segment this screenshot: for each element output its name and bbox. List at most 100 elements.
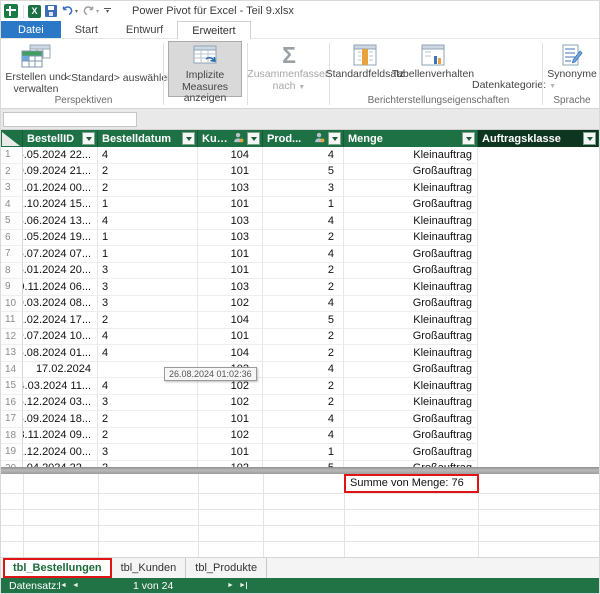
cell-menge[interactable]: Großauftrag xyxy=(344,197,478,214)
save-icon[interactable] xyxy=(45,5,57,17)
cell-produkt[interactable]: 5 xyxy=(263,312,344,329)
cell-produkt[interactable]: 2 xyxy=(263,395,344,412)
sheet-tab-produkte[interactable]: tbl_Produkte xyxy=(186,558,267,578)
cell-bestellid[interactable]: 25.07.2024 07... xyxy=(23,246,98,263)
cell-menge[interactable]: Großauftrag xyxy=(344,362,478,379)
cell-menge[interactable]: Kleinauftrag xyxy=(344,230,478,247)
select-all-corner[interactable] xyxy=(1,130,23,147)
cell-kunde[interactable]: 103 xyxy=(198,213,263,230)
cell-bestellid[interactable]: 09.07.2024 10... xyxy=(23,329,98,346)
cell-bestellid[interactable]: 06.05.2024 22... xyxy=(23,147,98,164)
cell-bestellid[interactable]: 17.02.2024 xyxy=(23,362,98,379)
cell-menge[interactable]: Großauftrag xyxy=(344,428,478,445)
filter-dropdown-icon[interactable] xyxy=(583,132,596,145)
column-header-menge[interactable]: Menge xyxy=(344,130,478,147)
cell-menge[interactable]: Kleinauftrag xyxy=(344,147,478,164)
column-header-bestelldatum[interactable]: Bestelldatum xyxy=(98,130,198,147)
cell-produkt[interactable]: 2 xyxy=(263,279,344,296)
row-number[interactable]: 19 xyxy=(1,444,23,461)
row-number[interactable]: 13 xyxy=(1,345,23,362)
row-number[interactable]: 10 xyxy=(1,296,23,313)
cell-kunde[interactable]: 104 xyxy=(198,345,263,362)
cell-produkt[interactable]: 4 xyxy=(263,213,344,230)
filter-dropdown-icon[interactable] xyxy=(462,132,475,145)
cell-kunde[interactable]: 103 xyxy=(198,279,263,296)
sheet-tab-kunden[interactable]: tbl_Kunden xyxy=(112,558,187,578)
filter-dropdown-icon[interactable] xyxy=(328,132,341,145)
row-number[interactable]: 1 xyxy=(1,147,23,164)
grid-splitter[interactable] xyxy=(1,467,599,474)
cell-kunde[interactable]: 104 xyxy=(198,147,263,164)
filter-dropdown-icon[interactable] xyxy=(82,132,95,145)
cell-kunde[interactable]: 104 xyxy=(198,312,263,329)
cell-bestellid[interactable]: 22.05.2024 19... xyxy=(23,230,98,247)
cell-bestellid[interactable]: 10.09.2024 21... xyxy=(23,164,98,181)
measure-cell[interactable]: Summe von Menge: 76 xyxy=(350,477,464,489)
cell-bestelldatum[interactable]: 1 xyxy=(98,197,198,214)
tab-datei[interactable]: Datei xyxy=(1,21,61,38)
cell-bestelldatum[interactable]: 3 xyxy=(98,395,198,412)
cell-produkt[interactable]: 1 xyxy=(263,197,344,214)
cell-kunde[interactable]: 101 xyxy=(198,329,263,346)
cell-bestelldatum[interactable]: 2 xyxy=(98,312,198,329)
cell-produkt[interactable]: 4 xyxy=(263,411,344,428)
cell-bestelldatum[interactable]: 3 xyxy=(98,296,198,313)
cell-menge[interactable]: Kleinauftrag xyxy=(344,395,478,412)
cell-bestellid[interactable]: 04.03.2024 11... xyxy=(23,378,98,395)
cell-produkt[interactable]: 5 xyxy=(263,164,344,181)
cell-produkt[interactable]: 4 xyxy=(263,246,344,263)
cell-bestellid[interactable]: 01.01.2024 00... xyxy=(23,180,98,197)
cell-bestelldatum[interactable]: 3 xyxy=(98,263,198,280)
cell-bestelldatum[interactable]: 1 xyxy=(98,246,198,263)
cell-kunde[interactable]: 102 xyxy=(198,296,263,313)
tab-erweitert[interactable]: Erweitert xyxy=(177,21,250,39)
cell-menge[interactable]: Kleinauftrag xyxy=(344,279,478,296)
row-number[interactable]: 4 xyxy=(1,197,23,214)
filter-dropdown-icon[interactable] xyxy=(182,132,195,145)
cell-produkt[interactable]: 4 xyxy=(263,147,344,164)
create-and-manage-button[interactable]: Erstellen und verwalten xyxy=(5,41,67,95)
cell-bestelldatum[interactable]: 2 xyxy=(98,411,198,428)
cell-bestelldatum[interactable]: 2 xyxy=(98,180,198,197)
cell-produkt[interactable]: 2 xyxy=(263,263,344,280)
row-number[interactable]: 17 xyxy=(1,411,23,428)
cell-bestellid[interactable]: 29.11.2024 06... xyxy=(23,279,98,296)
cell-bestelldatum[interactable]: 2 xyxy=(98,428,198,445)
cell-bestellid[interactable]: 12.10.2024 15... xyxy=(23,197,98,214)
row-number[interactable]: 11 xyxy=(1,312,23,329)
column-header-kunde[interactable]: Kun... xyxy=(198,130,263,147)
cell-menge[interactable]: Kleinauftrag xyxy=(344,213,478,230)
cell-bestelldatum[interactable]: 4 xyxy=(98,345,198,362)
row-number[interactable]: 18 xyxy=(1,428,23,445)
cell-menge[interactable]: Großauftrag xyxy=(344,444,478,461)
cell-menge[interactable]: Großauftrag xyxy=(344,246,478,263)
cell-menge[interactable]: Großauftrag xyxy=(344,329,478,346)
show-implicit-measures-button[interactable]: Implizite Measures anzeigen xyxy=(168,41,242,97)
cell-bestellid[interactable]: 13.11.2024 09... xyxy=(23,428,98,445)
cell-produkt[interactable]: 2 xyxy=(263,378,344,395)
cell-kunde[interactable]: 101 xyxy=(198,263,263,280)
cell-menge[interactable]: Kleinauftrag xyxy=(344,312,478,329)
row-number[interactable]: 3 xyxy=(1,180,23,197)
first-record-icon[interactable]: ◄ xyxy=(59,581,67,590)
redo-icon[interactable]: ▾ xyxy=(82,5,99,17)
row-number[interactable]: 8 xyxy=(1,263,23,280)
row-number[interactable]: 12 xyxy=(1,329,23,346)
tab-start[interactable]: Start xyxy=(61,21,112,38)
excel-icon[interactable]: X xyxy=(28,5,41,18)
cell-menge[interactable]: Kleinauftrag xyxy=(344,345,478,362)
cell-menge[interactable]: Großauftrag xyxy=(344,263,478,280)
cell-bestellid[interactable]: 15.12.2024 03... xyxy=(23,395,98,412)
sheet-tab-bestellungen[interactable]: tbl_Bestellungen xyxy=(3,558,112,578)
table-behavior-button[interactable]: Tabellenverhalten xyxy=(398,41,468,81)
formula-input[interactable] xyxy=(3,112,137,127)
cell-kunde[interactable]: 101 xyxy=(198,444,263,461)
cell-kunde[interactable]: 101 xyxy=(198,246,263,263)
cell-bestelldatum[interactable]: 4 xyxy=(98,147,198,164)
next-record-icon[interactable]: ► xyxy=(227,581,234,590)
cell-kunde[interactable]: 102 xyxy=(198,395,263,412)
cell-bestellid[interactable]: 26.08.2024 01... xyxy=(23,345,98,362)
cell-produkt[interactable]: 4 xyxy=(263,362,344,379)
cell-bestelldatum[interactable]: 2 xyxy=(98,164,198,181)
filter-dropdown-icon[interactable] xyxy=(247,132,260,145)
